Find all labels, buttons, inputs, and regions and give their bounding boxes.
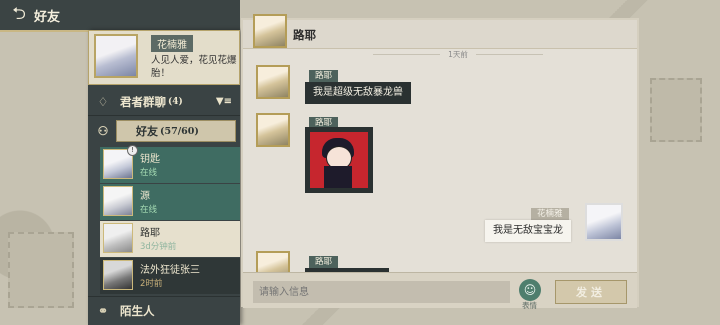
friend-item-luye[interactable]: 路耶 3d分钟前 [100,221,240,257]
sticker-image [310,132,368,188]
avatar [103,186,133,216]
status-badge: ! [127,145,138,156]
back-arrow-icon: ⮌ [12,3,26,24]
profile-name: 花楠雅 [151,35,193,52]
stamp-decoration [8,232,74,308]
friend-name: 源 [140,191,150,202]
timestamp: 1天前 [448,49,468,59]
avatar[interactable] [585,203,623,241]
group-chat-section[interactable]: ♢ 君者群聊 (4) ▼≡ [88,88,240,116]
send-button[interactable]: 发送 [555,280,627,304]
friends-count: (57/60) [160,125,199,137]
friend-status: 3d分钟前 [140,242,177,252]
chat-header: 路耶 [243,14,637,49]
friend-status: 在线 [140,205,158,215]
avatar[interactable] [256,65,290,99]
avatar [103,223,133,253]
page-title: 好友 [34,9,61,25]
group-chat-label: 君者群聊 [120,94,166,109]
avatar [94,34,138,78]
friend-item-key[interactable]: ! 钥匙 在线 [100,145,240,183]
send-label: 发送 [576,286,606,299]
friends-sidebar: 花楠雅 人见人爱，花见花爆胎！ ♢ 君者群聊 (4) ▼≡ ⚇ 好友 (57/6… [88,30,240,325]
emoji-icon: ☺ [523,283,537,297]
back-button[interactable]: ⮌ [6,2,32,28]
strangers-section[interactable]: ⚭ 陌生人 [88,296,240,324]
profile-signature: 人见人爱，花见花爆胎！ [151,55,237,79]
sender-name: 路耶 [309,256,339,268]
friend-name: 路耶 [140,228,160,239]
emoji-button[interactable]: ☺ [519,279,541,301]
my-profile-card[interactable]: 花楠雅 人见人爱，花见花爆胎！ [88,30,240,85]
friends-section[interactable]: ⚇ 好友 (57/60) [88,117,240,145]
friends-label: 好友 [136,125,158,138]
sticker-message[interactable] [305,127,373,193]
chat-panel: 路耶 1天前 路耶 我是超级无敌暴龙兽 路耶 花楠雅 我是无敌宝宝龙 路耶 ☺ … [241,14,639,310]
friends-icon: ⚇ [97,124,109,138]
time-divider: 1天前 [373,48,543,60]
avatar[interactable] [256,113,290,147]
message-bubble: 我是超级无敌暴龙兽 [305,82,411,104]
filter-icon[interactable]: ▼≡ [216,96,232,107]
friend-name: 钥匙 [140,154,160,165]
message-input[interactable] [253,281,510,303]
group-chat-count: (4) [168,96,183,107]
emoji-label: 表情 [522,301,537,310]
friend-item-zhangsan[interactable]: 法外狂徒张三 2时前 [100,258,240,294]
friend-status: 2时前 [140,279,163,289]
message-bubble: 我是无敌宝宝龙 [485,220,571,242]
avatar [103,260,133,290]
friend-status: 在线 [140,168,158,178]
friend-item-yuan[interactable]: 源 在线 [100,184,240,220]
stranger-icon: ⚭ [97,303,109,318]
sender-name: 路耶 [309,70,339,82]
chat-contact-name: 路耶 [293,28,316,42]
friend-name: 法外狂徒张三 [140,265,200,276]
stamp-decoration [650,78,702,142]
page-header: ⮌ 好友 [0,0,240,32]
strangers-label: 陌生人 [120,303,155,318]
message-input-row: ☺ 表情 发送 [243,272,637,310]
avatar[interactable] [253,14,287,48]
sender-name: 花楠雅 [531,208,569,220]
group-chat-icon: ♢ [97,94,109,109]
